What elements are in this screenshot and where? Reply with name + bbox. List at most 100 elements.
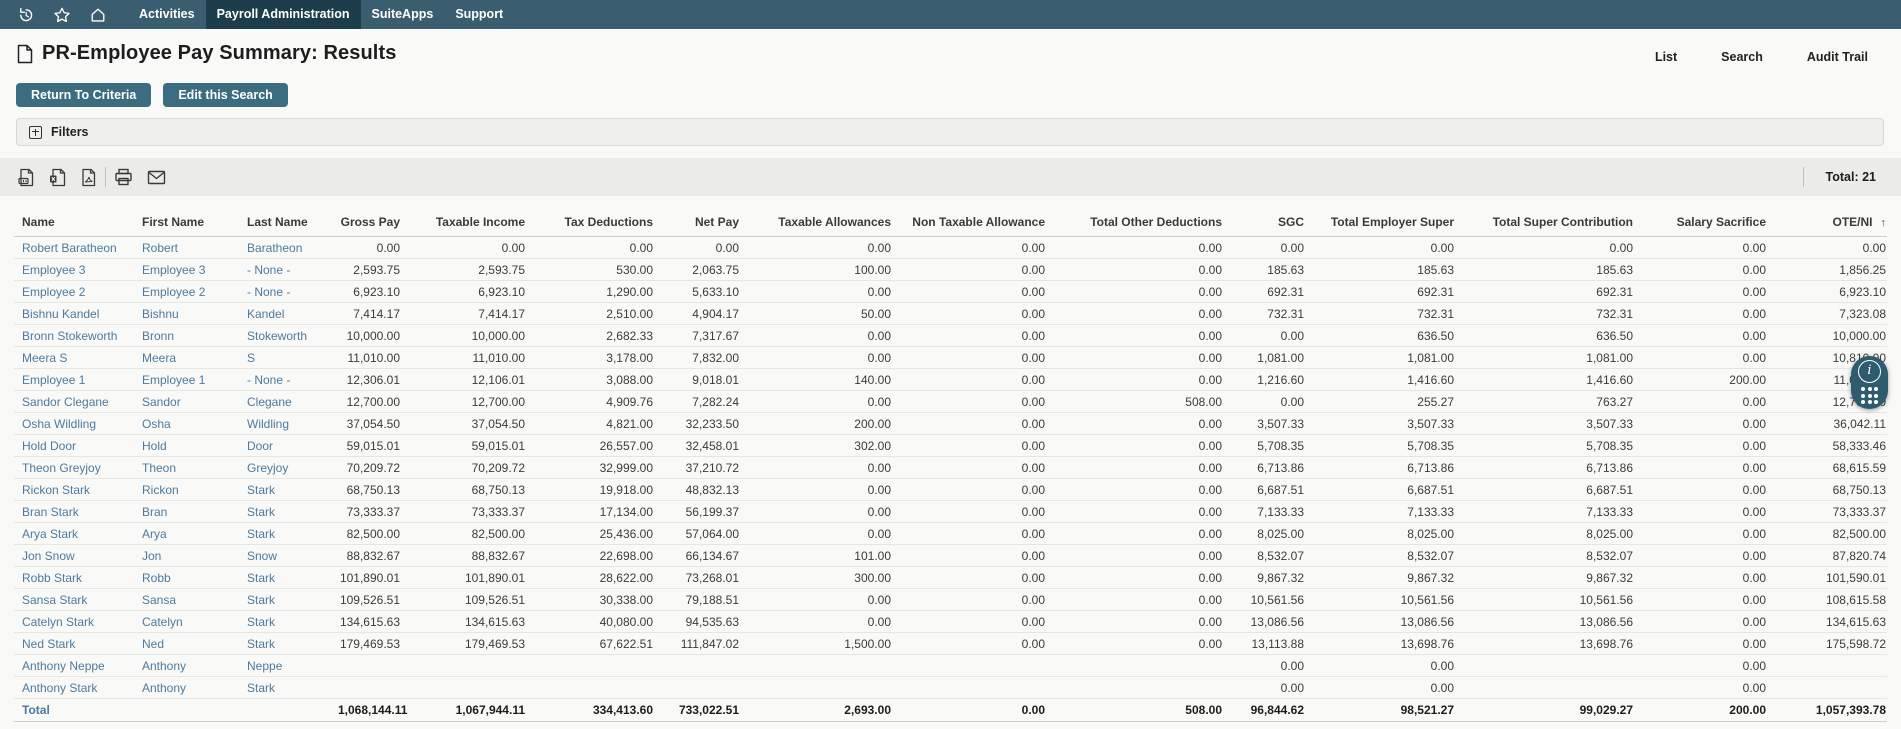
- first-name-link[interactable]: Rickon: [142, 483, 179, 497]
- last-name-link[interactable]: Stark: [247, 527, 275, 541]
- last-name-link[interactable]: Clegane: [247, 395, 292, 409]
- employee-name-link[interactable]: Sansa Stark: [22, 593, 87, 607]
- first-name-link[interactable]: Hold: [142, 439, 167, 453]
- name-cell[interactable]: S: [239, 346, 330, 369]
- name-cell[interactable]: Stark: [239, 500, 330, 523]
- name-cell[interactable]: Anthony Stark: [14, 676, 134, 699]
- info-icon[interactable]: i: [1858, 360, 1881, 383]
- employee-name-link[interactable]: Theon Greyjoy: [22, 461, 101, 475]
- employee-name-link[interactable]: Robb Stark: [22, 571, 82, 585]
- name-cell[interactable]: Stark: [239, 632, 330, 655]
- last-name-link[interactable]: - None -: [247, 373, 290, 387]
- name-cell[interactable]: Wildling: [239, 412, 330, 435]
- plus-box-icon[interactable]: [29, 125, 42, 139]
- name-cell[interactable]: Osha: [134, 412, 239, 435]
- employee-name-link[interactable]: Bishnu Kandel: [22, 307, 99, 321]
- employee-name-link[interactable]: Bran Stark: [22, 505, 79, 519]
- name-cell[interactable]: Robb: [134, 566, 239, 589]
- name-cell[interactable]: Hold: [134, 434, 239, 457]
- employee-name-link[interactable]: Anthony Neppe: [22, 659, 105, 673]
- name-cell[interactable]: Stark: [239, 610, 330, 633]
- name-cell[interactable]: Anthony Neppe: [14, 654, 134, 677]
- name-cell[interactable]: Theon Greyjoy: [14, 456, 134, 479]
- csv-export-icon[interactable]: [18, 168, 35, 187]
- employee-name-link[interactable]: Anthony Stark: [22, 681, 97, 695]
- dialpad-icon[interactable]: [1861, 387, 1878, 404]
- column-header-sgc[interactable]: SGC: [1230, 206, 1312, 237]
- email-icon[interactable]: [147, 170, 166, 185]
- column-header-taxable-allowances[interactable]: Taxable Allowances: [747, 206, 899, 237]
- name-cell[interactable]: Rickon Stark: [14, 478, 134, 501]
- name-cell[interactable]: Door: [239, 434, 330, 457]
- first-name-link[interactable]: Catelyn: [142, 615, 183, 629]
- column-header-name[interactable]: Name: [14, 206, 134, 237]
- name-cell[interactable]: - None -: [239, 258, 330, 281]
- name-cell[interactable]: Employee 1: [14, 368, 134, 391]
- employee-name-link[interactable]: Bronn Stokeworth: [22, 329, 117, 343]
- first-name-link[interactable]: Anthony: [142, 659, 186, 673]
- column-header-total-other-deductions[interactable]: Total Other Deductions: [1053, 206, 1230, 237]
- favorites-star-icon[interactable]: [44, 6, 80, 24]
- last-name-link[interactable]: Door: [247, 439, 273, 453]
- name-cell[interactable]: Employee 1: [134, 368, 239, 391]
- employee-name-link[interactable]: Osha Wildling: [22, 417, 96, 431]
- name-cell[interactable]: Stark: [239, 522, 330, 545]
- column-header-last-name[interactable]: Last Name: [239, 206, 330, 237]
- first-name-link[interactable]: Meera: [142, 351, 176, 365]
- employee-name-link[interactable]: Meera S: [22, 351, 67, 365]
- name-cell[interactable]: Anthony: [134, 676, 239, 699]
- name-cell[interactable]: Robb Stark: [14, 566, 134, 589]
- last-name-link[interactable]: - None -: [247, 285, 290, 299]
- name-cell[interactable]: Bronn: [134, 324, 239, 347]
- name-cell[interactable]: Rickon: [134, 478, 239, 501]
- first-name-link[interactable]: Employee 1: [142, 373, 205, 387]
- name-cell[interactable]: Osha Wildling: [14, 412, 134, 435]
- name-cell[interactable]: Catelyn Stark: [14, 610, 134, 633]
- column-header-salary-sacrifice[interactable]: Salary Sacrifice: [1641, 206, 1774, 237]
- first-name-link[interactable]: Bishnu: [142, 307, 179, 321]
- last-name-link[interactable]: Stark: [247, 681, 275, 695]
- name-cell[interactable]: Employee 2: [134, 280, 239, 303]
- name-cell[interactable]: Employee 3: [134, 258, 239, 281]
- first-name-link[interactable]: Bronn: [142, 329, 174, 343]
- employee-name-link[interactable]: Robert Baratheon: [22, 241, 117, 255]
- name-cell[interactable]: Neppe: [239, 654, 330, 677]
- floating-panel-toggle[interactable]: i: [1851, 356, 1888, 409]
- employee-name-link[interactable]: Jon Snow: [22, 549, 75, 563]
- name-cell[interactable]: Bishnu: [134, 302, 239, 325]
- name-cell[interactable]: Bran: [134, 500, 239, 523]
- name-cell[interactable]: Employee 2: [14, 280, 134, 303]
- filters-bar[interactable]: Filters: [16, 118, 1884, 146]
- column-header-total-super-contribution[interactable]: Total Super Contribution: [1462, 206, 1641, 237]
- last-name-link[interactable]: - None -: [247, 263, 290, 277]
- employee-name-link[interactable]: Catelyn Stark: [22, 615, 94, 629]
- first-name-link[interactable]: Sandor: [142, 395, 181, 409]
- name-cell[interactable]: Employee 3: [14, 258, 134, 281]
- last-name-link[interactable]: Stark: [247, 637, 275, 651]
- nav-item-support[interactable]: Support: [444, 0, 514, 29]
- name-cell[interactable]: Theon: [134, 456, 239, 479]
- last-name-link[interactable]: Stokeworth: [247, 329, 307, 343]
- column-header-non-taxable-allowance[interactable]: Non Taxable Allowance: [899, 206, 1053, 237]
- last-name-link[interactable]: Snow: [247, 549, 277, 563]
- last-name-link[interactable]: Stark: [247, 571, 275, 585]
- nav-item-activities[interactable]: Activities: [128, 0, 206, 29]
- name-cell[interactable]: Stark: [239, 588, 330, 611]
- first-name-link[interactable]: Jon: [142, 549, 161, 563]
- name-cell[interactable]: Sansa Stark: [14, 588, 134, 611]
- first-name-link[interactable]: Anthony: [142, 681, 186, 695]
- name-cell[interactable]: Clegane: [239, 390, 330, 413]
- last-name-link[interactable]: Wildling: [247, 417, 289, 431]
- employee-name-link[interactable]: Employee 2: [22, 285, 85, 299]
- edit-this-search-button[interactable]: Edit this Search: [163, 83, 288, 107]
- name-cell[interactable]: Baratheon: [239, 236, 330, 259]
- print-icon[interactable]: [114, 168, 133, 186]
- first-name-link[interactable]: Robert: [142, 241, 178, 255]
- nav-item-payroll-administration[interactable]: Payroll Administration: [205, 0, 361, 29]
- name-cell[interactable]: Bronn Stokeworth: [14, 324, 134, 347]
- name-cell[interactable]: Greyjoy: [239, 456, 330, 479]
- name-cell[interactable]: Stokeworth: [239, 324, 330, 347]
- first-name-link[interactable]: Ned: [142, 637, 164, 651]
- last-name-link[interactable]: Stark: [247, 505, 275, 519]
- name-cell[interactable]: Jon Snow: [14, 544, 134, 567]
